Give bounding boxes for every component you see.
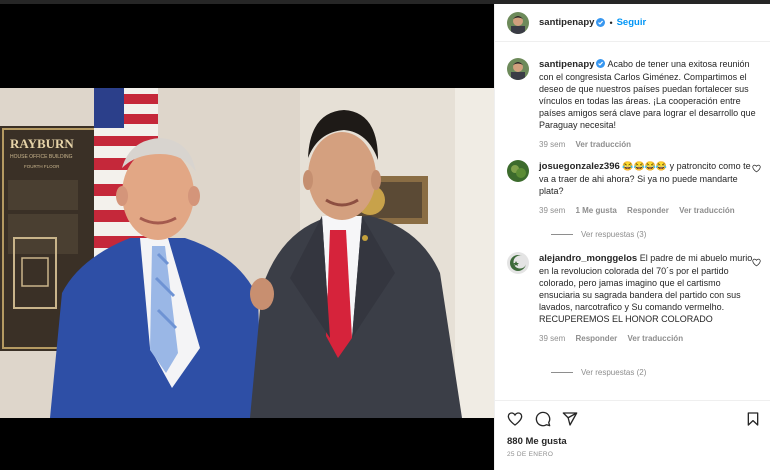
separator-dot: • xyxy=(609,17,613,28)
replies-line xyxy=(551,234,573,235)
post-actions: 880 Me gusta 25 DE ENERO xyxy=(495,400,770,470)
reply-button[interactable]: Responder xyxy=(575,334,617,343)
view-replies-button[interactable]: Ver respuestas (3) xyxy=(551,230,646,239)
follow-button[interactable]: Seguir xyxy=(617,17,647,28)
verified-badge-icon xyxy=(596,18,606,27)
comment-likes[interactable]: 1 Me gusta xyxy=(575,206,616,215)
reply-button[interactable]: Responder xyxy=(627,206,669,215)
post-photo[interactable]: RAYBURN HOUSE OFFICE BUILDING FOURTH FLO… xyxy=(0,88,494,418)
photo-illustration: RAYBURN HOUSE OFFICE BUILDING FOURTH FLO… xyxy=(0,88,494,418)
comment-time: 39 sem xyxy=(539,334,566,343)
author-avatar[interactable] xyxy=(507,11,529,34)
comment-meta: 39 sem 1 Me gusta Responder Ver traducci… xyxy=(539,205,757,217)
replies-line xyxy=(551,372,573,373)
comment-time: 39 sem xyxy=(539,206,566,215)
see-translation-link[interactable]: Ver traducción xyxy=(575,140,631,149)
bookmark-icon[interactable] xyxy=(745,411,761,427)
like-count[interactable]: 880 Me gusta xyxy=(507,436,567,447)
post-date: 25 DE ENERO xyxy=(507,451,554,458)
heart-icon[interactable] xyxy=(752,164,761,173)
view-replies-label: Ver respuestas (2) xyxy=(581,368,647,377)
share-icon[interactable] xyxy=(562,411,578,427)
view-replies-label: Ver respuestas (3) xyxy=(581,230,647,239)
post-media-panel: RAYBURN HOUSE OFFICE BUILDING FOURTH FLO… xyxy=(0,4,494,470)
commenter-avatar[interactable] xyxy=(507,160,529,182)
caption-meta: 39 sem Ver traducción xyxy=(539,139,757,151)
sign-subtitle: HOUSE OFFICE BUILDING xyxy=(10,154,73,160)
heart-icon[interactable] xyxy=(752,258,761,267)
post-sidebar: santipenapy • Seguir santipenapy Acabo d… xyxy=(494,4,770,470)
see-translation-link[interactable]: Ver traducción xyxy=(628,334,684,343)
commenter-username[interactable]: alejandro_monggelos xyxy=(539,253,637,264)
commenter-username[interactable]: josuegonzalez396 xyxy=(539,161,620,172)
caption-time: 39 sem xyxy=(539,140,566,149)
caption-username[interactable]: santipenapy xyxy=(539,59,594,70)
view-replies-button[interactable]: Ver respuestas (2) xyxy=(551,368,646,377)
caption-avatar[interactable] xyxy=(507,58,529,80)
author-username[interactable]: santipenapy xyxy=(539,17,594,28)
comment-meta: 39 sem Responder Ver traducción xyxy=(539,333,757,345)
see-translation-link[interactable]: Ver traducción xyxy=(679,206,735,215)
sign-title: RAYBURN xyxy=(10,136,74,151)
sign-floor: FOURTH FLOOR xyxy=(24,164,60,169)
heart-icon[interactable] xyxy=(507,411,523,427)
comment-icon[interactable] xyxy=(535,411,551,427)
post-header: santipenapy • Seguir xyxy=(495,4,770,42)
commenter-avatar[interactable] xyxy=(507,252,529,274)
verified-badge-icon xyxy=(596,59,606,68)
